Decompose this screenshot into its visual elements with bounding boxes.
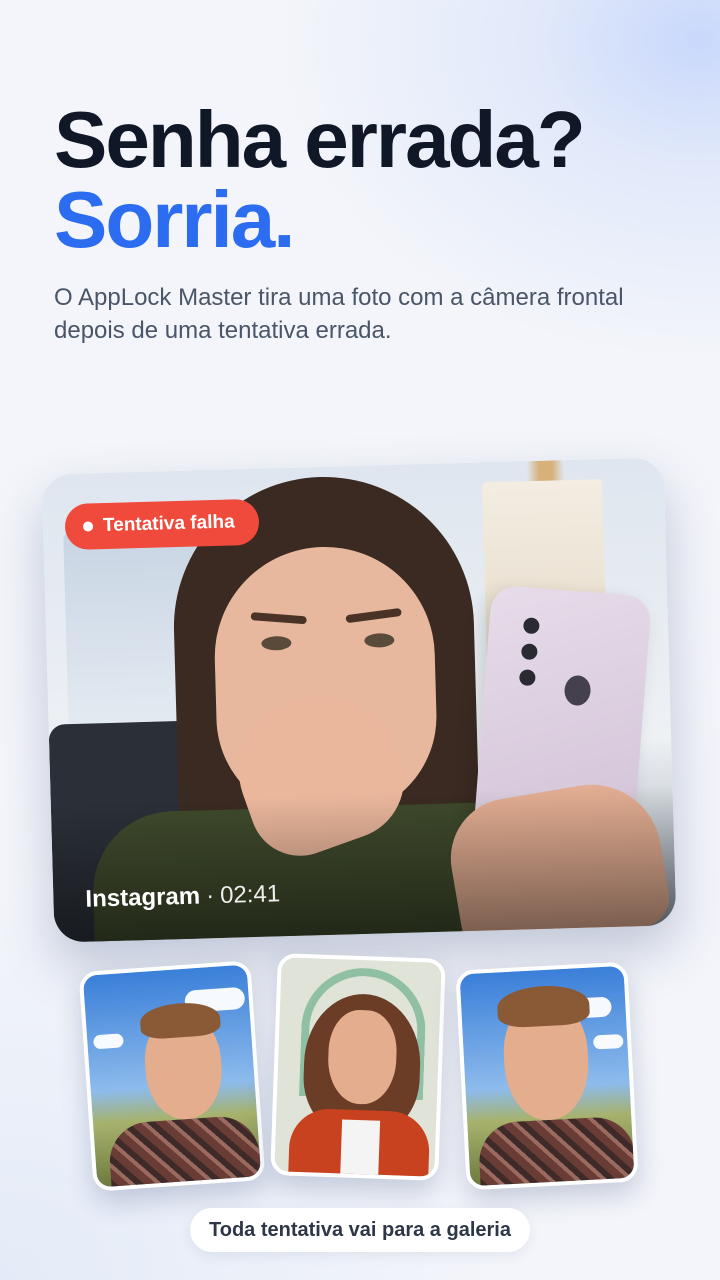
gallery-thumbnail-3[interactable] xyxy=(455,961,639,1191)
caption-app-name: Instagram xyxy=(85,882,201,913)
headline-line-2: Sorria. xyxy=(54,175,295,264)
subtitle: O AppLock Master tira uma foto com a câm… xyxy=(54,284,624,344)
photo-caption: Instagram · 02:41 xyxy=(85,880,280,913)
woman-tshirt xyxy=(340,1119,381,1181)
badge-label: Tentativa falha xyxy=(102,511,235,537)
failed-attempt-badge: Tentativa falha xyxy=(64,498,260,551)
gallery-info-pill: Toda tentativa vai para a galeria xyxy=(190,1208,530,1252)
gallery-thumbnail-1[interactable] xyxy=(78,960,266,1192)
caption-separator: · xyxy=(205,882,215,910)
red-dot-icon xyxy=(82,521,94,532)
camera-lens xyxy=(520,643,538,661)
camera-lens xyxy=(563,674,592,707)
cloud xyxy=(92,1033,124,1050)
caption-time: 02:41 xyxy=(219,880,281,909)
camera-lens xyxy=(522,617,540,635)
headline: Senha errada? Sorria. xyxy=(54,95,586,264)
cloud xyxy=(592,1033,624,1050)
gallery-thumbnail-2[interactable] xyxy=(270,953,446,1181)
headline-line-1: Senha errada? xyxy=(54,95,586,184)
man-shirt xyxy=(107,1114,263,1192)
intruder-photo-card[interactable]: Tentativa falha Instagram · 02:41 xyxy=(41,457,677,943)
man-shirt xyxy=(477,1115,638,1191)
camera-lens xyxy=(518,669,536,687)
photo-shade xyxy=(50,785,677,943)
